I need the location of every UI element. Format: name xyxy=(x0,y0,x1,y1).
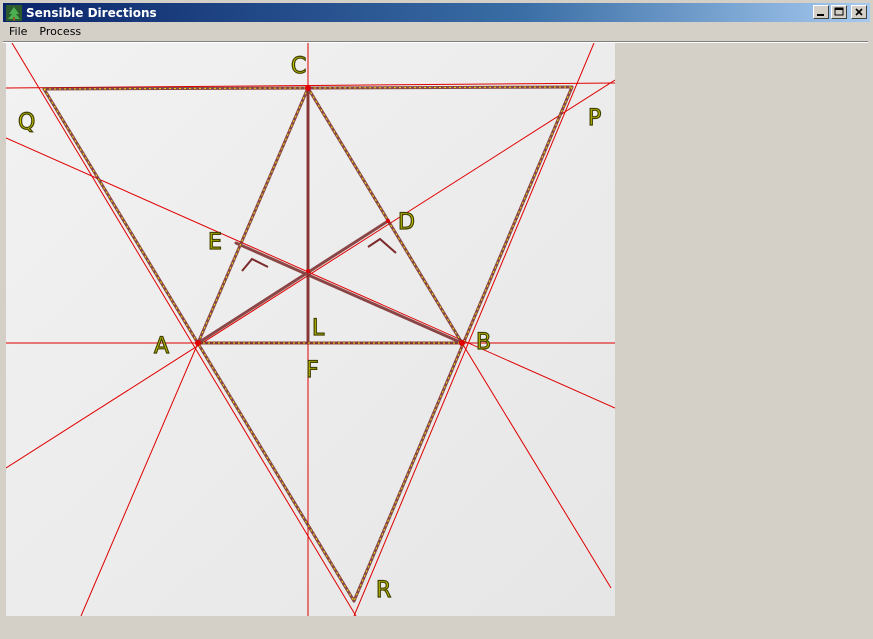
point-centroid xyxy=(306,269,310,273)
image-canvas[interactable]: C Q P D E L A B F R xyxy=(6,43,615,616)
title-bar[interactable]: Sensible Directions xyxy=(3,3,870,22)
point-b xyxy=(459,340,465,346)
maximize-icon xyxy=(834,7,844,16)
status-bar xyxy=(3,618,870,636)
tree-app-icon xyxy=(6,4,22,21)
menu-process[interactable]: Process xyxy=(33,23,87,41)
geometry-drawing: C Q P D E L A B F R xyxy=(6,43,615,616)
minimize-icon xyxy=(817,14,824,16)
maximize-button[interactable] xyxy=(831,5,847,19)
menu-bar: File Process xyxy=(3,23,870,41)
point-a xyxy=(195,340,201,346)
window-title: Sensible Directions xyxy=(26,5,157,20)
menu-file[interactable]: File xyxy=(3,23,33,41)
label-b: B xyxy=(476,330,491,355)
point-c xyxy=(305,85,311,91)
label-c: C xyxy=(291,54,306,79)
point-d xyxy=(386,219,390,223)
label-r: R xyxy=(376,578,391,603)
close-icon xyxy=(855,8,863,16)
close-button[interactable] xyxy=(851,5,867,19)
label-d: D xyxy=(398,210,415,235)
label-q: Q xyxy=(18,110,35,135)
label-l: L xyxy=(312,316,325,341)
label-e: E xyxy=(208,230,222,255)
label-f: F xyxy=(306,358,319,383)
app-window: Sensible Directions File Process C Q P D… xyxy=(0,0,873,639)
label-p: P xyxy=(588,106,601,131)
label-a: A xyxy=(154,334,169,359)
minimize-button[interactable] xyxy=(813,5,829,19)
